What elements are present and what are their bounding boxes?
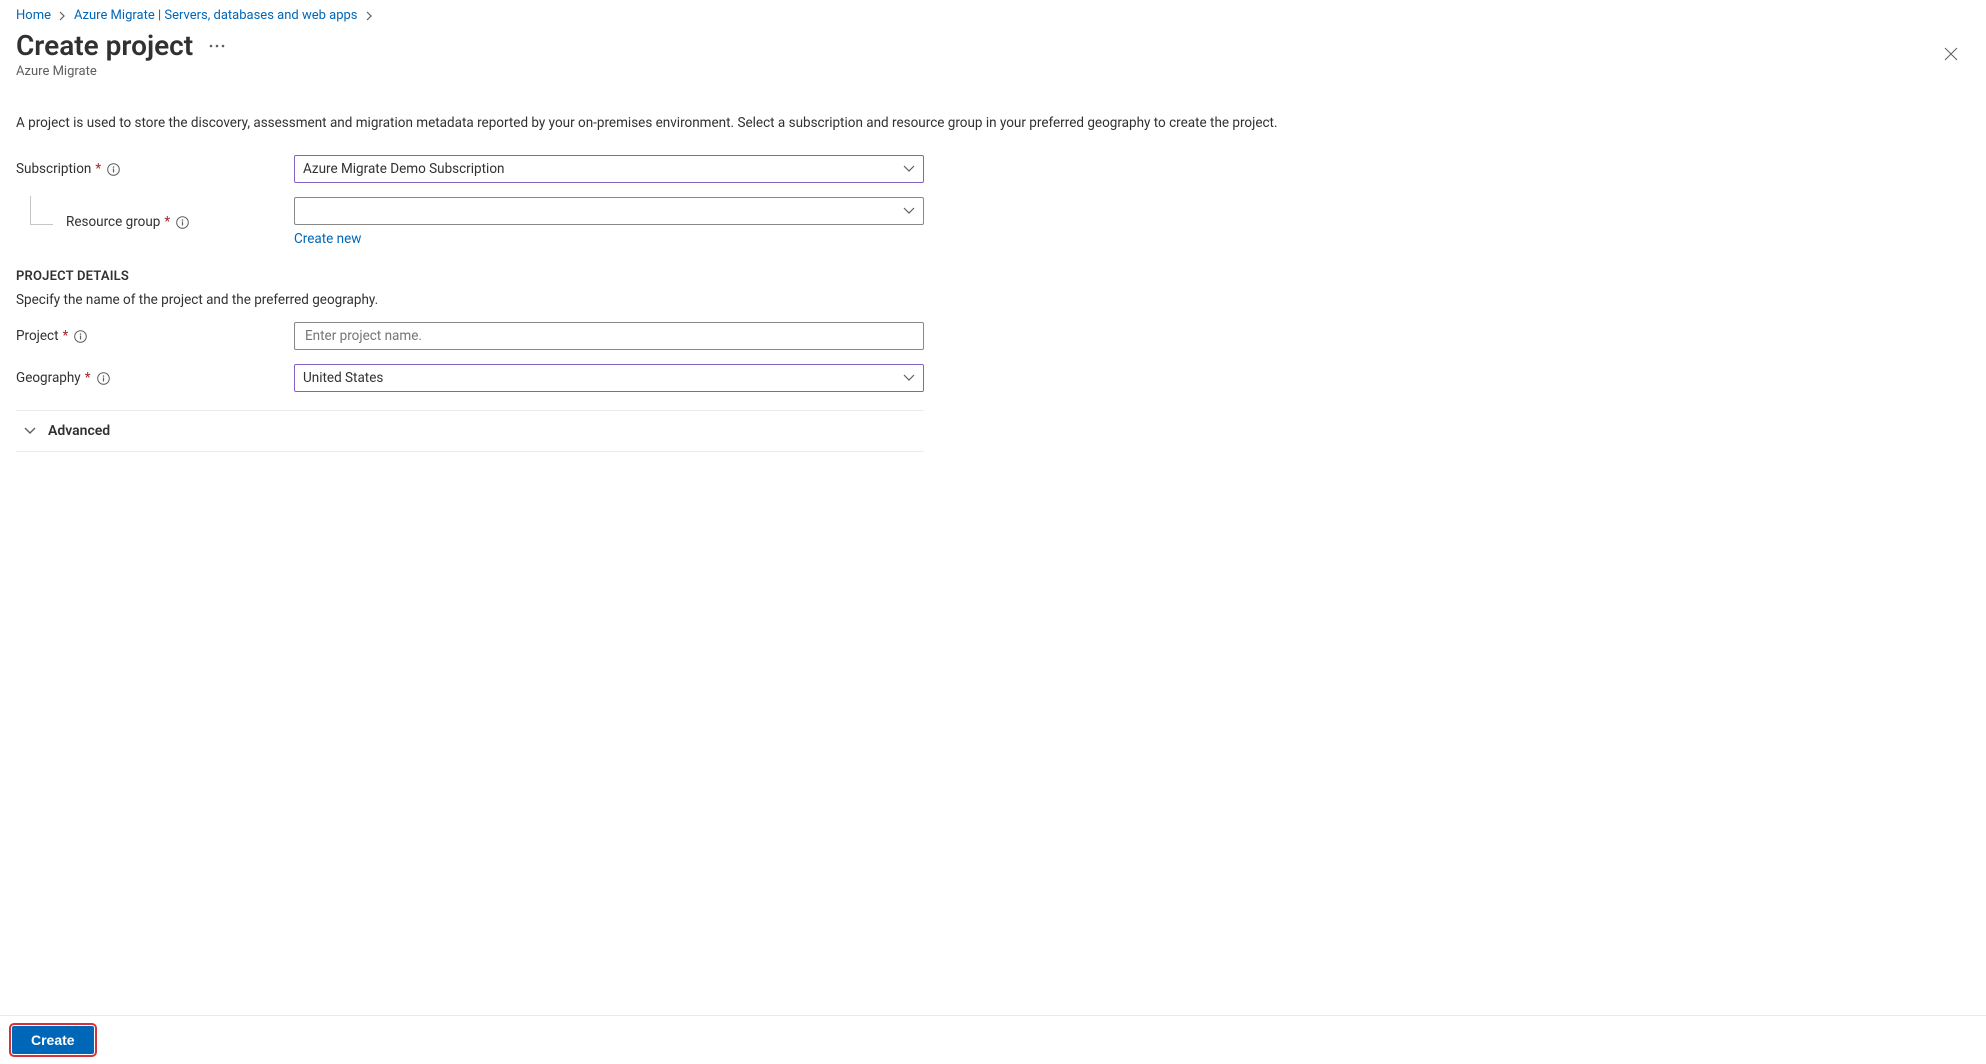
required-indicator: * xyxy=(164,214,170,230)
geography-value: United States xyxy=(303,370,383,386)
chevron-down-icon xyxy=(903,207,915,215)
subscription-label: Subscription xyxy=(16,161,91,177)
required-indicator: * xyxy=(95,161,101,177)
resource-group-label: Resource group xyxy=(66,214,160,230)
subscription-select[interactable]: Azure Migrate Demo Subscription xyxy=(294,155,924,183)
info-icon[interactable] xyxy=(74,330,87,343)
project-input-wrapper xyxy=(294,322,924,350)
breadcrumb-azure-migrate[interactable]: Azure Migrate | Servers, databases and w… xyxy=(74,8,358,23)
page-subtitle: Azure Migrate xyxy=(16,64,225,79)
advanced-toggle[interactable]: Advanced xyxy=(16,410,924,452)
info-icon[interactable] xyxy=(97,372,110,385)
project-input[interactable] xyxy=(303,327,915,345)
chevron-down-icon xyxy=(24,427,36,435)
close-button[interactable] xyxy=(1940,43,1962,65)
breadcrumb: Home Azure Migrate | Servers, databases … xyxy=(16,8,1970,23)
breadcrumb-home[interactable]: Home xyxy=(16,8,51,23)
resource-group-select[interactable] xyxy=(294,197,924,225)
project-label: Project xyxy=(16,328,59,344)
create-button[interactable]: Create xyxy=(12,1026,94,1054)
geography-label: Geography xyxy=(16,370,81,386)
page-description: A project is used to store the discovery… xyxy=(16,115,1376,131)
project-details-heading: PROJECT DETAILS xyxy=(16,269,924,284)
chevron-right-icon xyxy=(366,11,373,21)
required-indicator: * xyxy=(85,370,91,386)
subscription-value: Azure Migrate Demo Subscription xyxy=(303,161,504,177)
chevron-right-icon xyxy=(59,11,66,21)
advanced-label: Advanced xyxy=(48,423,110,439)
page-title: Create project xyxy=(16,29,193,62)
required-indicator: * xyxy=(63,328,69,344)
geography-select[interactable]: United States xyxy=(294,364,924,392)
footer: Create xyxy=(0,1015,1986,1064)
chevron-down-icon xyxy=(903,165,915,173)
chevron-down-icon xyxy=(903,374,915,382)
close-icon xyxy=(1944,47,1958,61)
more-icon[interactable] xyxy=(209,44,225,48)
create-new-link[interactable]: Create new xyxy=(294,231,361,247)
project-details-desc: Specify the name of the project and the … xyxy=(16,292,924,308)
info-icon[interactable] xyxy=(107,163,120,176)
info-icon[interactable] xyxy=(176,216,189,229)
